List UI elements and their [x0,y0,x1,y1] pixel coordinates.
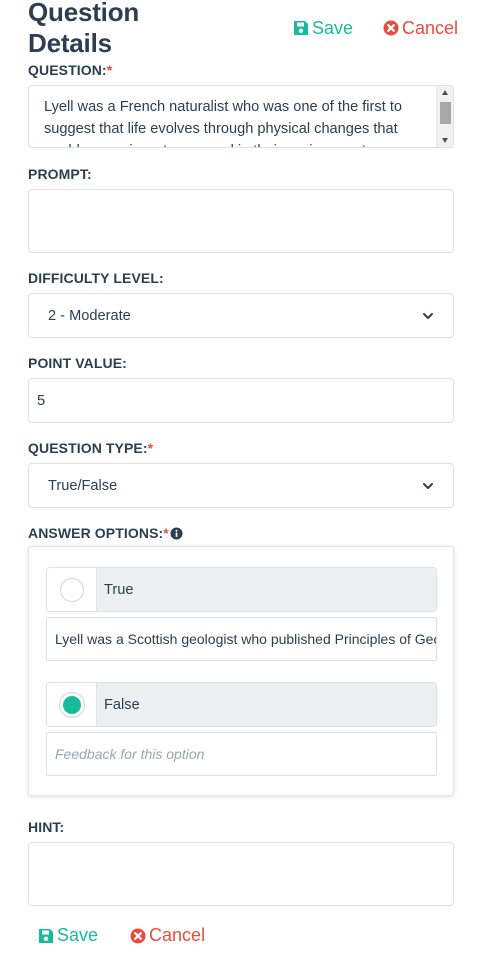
difficulty-label: DIFFICULTY LEVEL: [28,270,164,286]
scrollbar[interactable] [436,86,453,147]
times-circle-icon [130,928,146,943]
answer-option-false[interactable]: False [46,682,437,727]
difficulty-value: 2 - Moderate [48,307,131,324]
option-label: False [97,683,436,726]
scroll-thumb[interactable] [440,102,451,124]
save-label: Save [311,17,353,38]
radio-wrapper[interactable] [47,683,97,726]
cancel-label: Cancel [401,17,458,38]
cancel-button[interactable]: Cancel [130,925,205,946]
floppy-disk-icon [293,21,308,35]
page-header: Question Details Save Cancel [28,0,458,58]
hint-label: HINT: [28,819,65,835]
page-title: Question Details [28,0,140,58]
question-type-select[interactable]: True/False [28,463,454,508]
point-value-label: POINT VALUE: [28,355,127,371]
point-value-text: 5 [37,392,46,409]
save-button[interactable]: Save [293,18,353,39]
hint-textarea[interactable] [28,842,454,906]
question-text: Lyell was a French naturalist who was on… [44,99,402,147]
times-circle-icon [383,20,399,36]
question-type-label-text: QUESTION TYPE: [28,440,148,456]
question-label: QUESTION:* [28,62,112,78]
prompt-textarea[interactable] [28,189,454,253]
answer-option-true[interactable]: True [46,567,437,612]
cancel-label: Cancel [149,925,206,945]
answer-options-card: True Lyell was a Scottish geologist who … [28,546,454,796]
difficulty-select[interactable]: 2 - Moderate [28,293,454,338]
required-mark: * [147,440,154,456]
chevron-down-icon [423,312,433,319]
radio-button[interactable] [59,577,84,602]
question-type-value: True/False [48,477,118,494]
answer-options-label: ANSWER OPTIONS:* [28,525,183,541]
floppy-disk-icon [39,928,53,943]
info-circle-icon[interactable] [170,527,183,540]
point-value-input[interactable]: 5 [28,378,454,423]
chevron-down-icon [423,482,433,489]
radio-wrapper[interactable] [47,568,97,611]
required-mark: * [163,525,169,541]
prompt-label: PROMPT: [28,166,92,182]
option-label: True [97,568,436,611]
scroll-up-arrow-icon[interactable] [442,90,448,95]
option-feedback-input[interactable]: Feedback for this option [46,732,437,776]
option-feedback-input[interactable]: Lyell was a Scottish geologist who publi… [46,617,437,661]
radio-button-selected[interactable] [59,692,84,717]
required-mark: * [106,62,113,78]
save-label: Save [57,925,99,945]
footer-actions: Save Cancel [38,925,205,946]
cancel-button[interactable]: Cancel [383,18,458,39]
save-button[interactable]: Save [38,925,98,946]
answer-options-label-text: ANSWER OPTIONS: [28,525,164,541]
question-textarea[interactable]: Lyell was a French naturalist who was on… [28,85,454,148]
question-type-label: QUESTION TYPE:* [28,440,153,456]
scroll-down-arrow-icon[interactable] [442,138,448,143]
question-label-text: QUESTION: [28,62,107,78]
